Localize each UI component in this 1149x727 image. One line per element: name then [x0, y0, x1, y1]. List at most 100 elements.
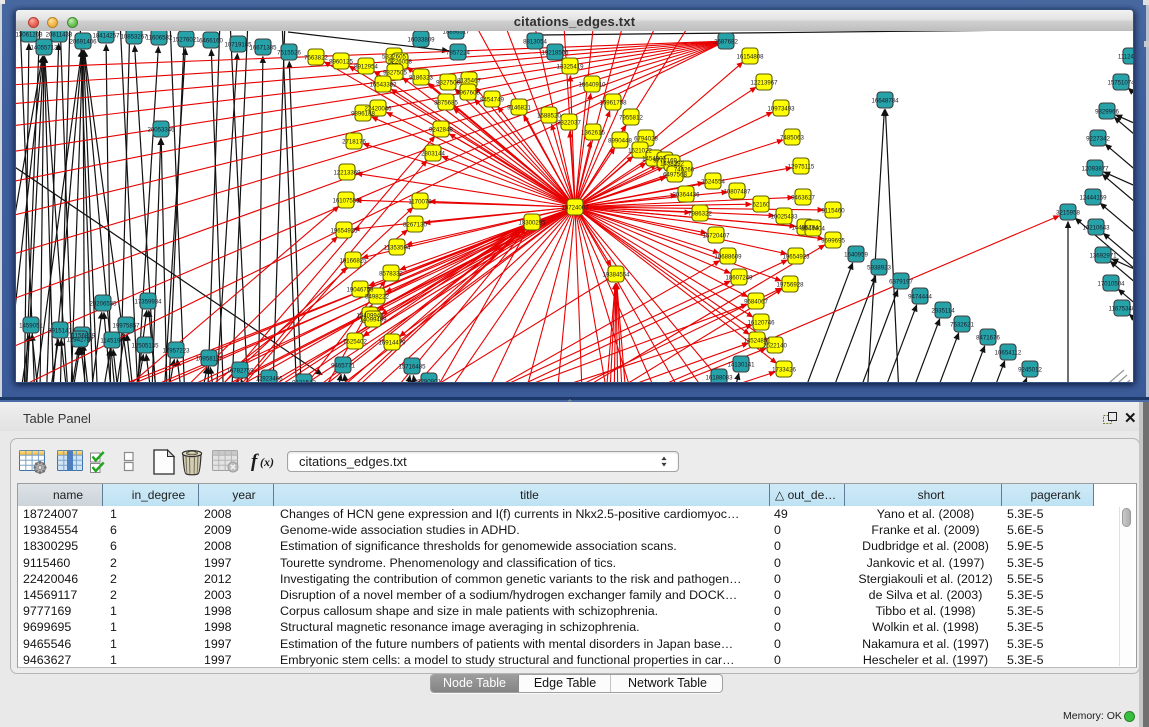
svg-text:2522140: 2522140 — [763, 343, 787, 350]
svg-text:16154808: 16154808 — [736, 54, 764, 61]
svg-text:15720407: 15720407 — [702, 233, 730, 240]
svg-text:16107553: 16107553 — [332, 198, 360, 205]
svg-text:8186323: 8186323 — [409, 75, 433, 82]
svg-text:9699695: 9699695 — [821, 238, 845, 245]
svg-text:9115460: 9115460 — [821, 208, 845, 215]
svg-text:8990448: 8990448 — [608, 138, 632, 145]
svg-text:9146821: 9146821 — [507, 105, 531, 112]
svg-text:19046758: 19046758 — [346, 287, 374, 294]
svg-text:10025433: 10025433 — [770, 214, 798, 221]
svg-text:62160: 62160 — [753, 202, 771, 209]
svg-text:16961758: 16961758 — [599, 100, 627, 107]
svg-text:6379197: 6379197 — [889, 279, 913, 286]
svg-text:13325419: 13325419 — [556, 64, 584, 71]
svg-text:18414257: 18414257 — [92, 33, 120, 40]
svg-text:7986322: 7986322 — [688, 211, 712, 218]
svg-text:7515526: 7515526 — [277, 50, 301, 57]
svg-text:8267130: 8267130 — [403, 222, 427, 229]
svg-text:1362615: 1362615 — [581, 130, 605, 137]
svg-text:9329966: 9329966 — [1095, 109, 1119, 116]
svg-text:19654925: 19654925 — [330, 228, 358, 235]
svg-text:9131542: 9131542 — [292, 380, 316, 383]
svg-text:17010504: 17010504 — [1097, 281, 1125, 288]
svg-text:17359934: 17359934 — [134, 299, 162, 306]
svg-text:6497568: 6497568 — [663, 172, 687, 179]
svg-text:11124059: 11124059 — [1118, 54, 1133, 61]
svg-text:1459051: 1459051 — [19, 323, 43, 330]
svg-text:8444404: 8444404 — [801, 226, 825, 233]
svg-text:8290901: 8290901 — [417, 379, 441, 383]
svg-text:12444159: 12444159 — [1079, 195, 1107, 202]
svg-text:16033809: 16033809 — [407, 37, 435, 44]
svg-text:1733426: 1733426 — [772, 367, 796, 374]
svg-text:20811438: 20811438 — [46, 32, 73, 39]
svg-text:2803144: 2803144 — [421, 151, 445, 158]
svg-text:7625402: 7625402 — [343, 339, 367, 346]
svg-text:7663822: 7663822 — [304, 55, 328, 62]
svg-text:12975115: 12975115 — [788, 164, 815, 171]
svg-text:18724007: 18724007 — [561, 205, 589, 212]
svg-text:20691406: 20691406 — [69, 39, 97, 46]
svg-text:18896517: 18896517 — [442, 31, 470, 36]
svg-text:13692971: 13692971 — [1089, 253, 1117, 260]
svg-text:9465771: 9465771 — [331, 363, 355, 370]
svg-text:12942757: 12942757 — [66, 337, 94, 344]
svg-text:12213967: 12213967 — [750, 80, 778, 87]
svg-text:10807487: 10807487 — [723, 189, 751, 196]
svg-text:2967608: 2967608 — [456, 90, 480, 97]
svg-text:2718176: 2718176 — [342, 139, 366, 146]
svg-text:16120746: 16120746 — [747, 320, 775, 327]
svg-text:9245012: 9245012 — [1018, 367, 1042, 374]
svg-text:15276021: 15276021 — [172, 37, 200, 44]
svg-text:1145190: 1145190 — [100, 338, 124, 345]
svg-text:10210643: 10210643 — [1082, 225, 1110, 232]
svg-text:9463627: 9463627 — [791, 195, 815, 202]
svg-text:7955812: 7955812 — [619, 115, 643, 122]
svg-text:11675340: 11675340 — [1109, 306, 1133, 313]
svg-text:1640959: 1640959 — [844, 252, 868, 259]
svg-text:10958117: 10958117 — [196, 356, 223, 363]
svg-text:16188083: 16188083 — [705, 375, 733, 382]
svg-text:2687682: 2687682 — [714, 39, 738, 46]
svg-text:13061203: 13061203 — [16, 32, 43, 39]
svg-text:8912954: 8912954 — [354, 64, 378, 71]
svg-text:f: f — [251, 451, 259, 472]
svg-text:20206535: 20206535 — [89, 301, 117, 308]
svg-text:5938923: 5938923 — [867, 265, 891, 272]
svg-text:20364436: 20364436 — [672, 192, 700, 199]
svg-text:19654923: 19654923 — [782, 254, 810, 261]
svg-text:19384554: 19384554 — [602, 272, 630, 279]
svg-text:7857224: 7857224 — [446, 50, 470, 57]
svg-text:9684067: 9684067 — [744, 299, 768, 306]
svg-text:1588520: 1588520 — [537, 113, 561, 120]
svg-text:(x): (x) — [260, 455, 274, 469]
svg-text:5498222: 5498222 — [365, 294, 389, 301]
svg-text:17957223: 17957223 — [162, 348, 190, 355]
svg-text:16782759: 16782759 — [226, 368, 254, 375]
svg-text:9474444: 9474444 — [908, 294, 932, 301]
svg-text:16648784: 16648784 — [871, 98, 899, 105]
svg-text:16914479: 16914479 — [378, 340, 406, 347]
svg-text:9327505: 9327505 — [383, 70, 407, 77]
svg-text:7485063: 7485063 — [780, 135, 804, 142]
svg-text:15716485: 15716485 — [398, 364, 426, 371]
svg-text:8322037: 8322037 — [557, 120, 581, 127]
svg-text:12923466: 12923466 — [255, 376, 283, 383]
svg-text:8135467: 8135467 — [457, 78, 481, 85]
svg-text:8471676: 8471676 — [976, 335, 1000, 342]
svg-text:9227342: 9227342 — [1086, 136, 1110, 143]
svg-text:3215958: 3215958 — [1056, 210, 1080, 217]
svg-text:10688609: 10688609 — [714, 254, 742, 261]
svg-text:14055713: 14055713 — [30, 45, 58, 52]
svg-text:18300295: 18300295 — [518, 220, 546, 227]
svg-text:12213369: 12213369 — [333, 170, 361, 177]
svg-text:9242848: 9242848 — [429, 127, 453, 134]
svg-text:6466160: 6466160 — [199, 38, 223, 45]
svg-text:8454749: 8454749 — [480, 97, 504, 104]
svg-text:11606582: 11606582 — [146, 35, 173, 42]
svg-text:8578332: 8578332 — [379, 271, 403, 278]
svg-text:7632621: 7632621 — [950, 322, 974, 329]
svg-text:1170076: 1170076 — [408, 199, 432, 206]
svg-text:14099489: 14099489 — [359, 317, 387, 324]
svg-text:19975857: 19975857 — [112, 323, 140, 330]
